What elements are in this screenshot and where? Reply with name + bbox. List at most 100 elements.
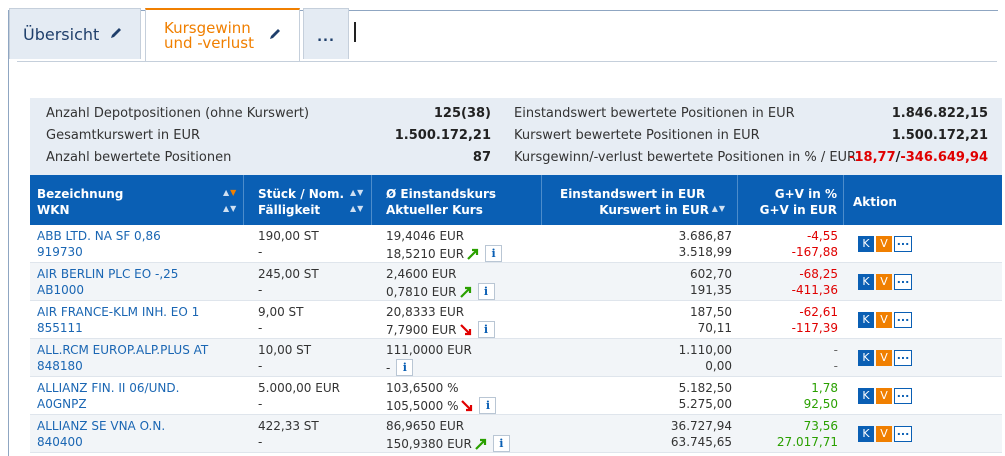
current-price: 0,7810 EUR: [386, 284, 457, 299]
wkn-link[interactable]: 848180: [37, 359, 83, 373]
row-actions: K V...: [858, 274, 912, 290]
info-icon[interactable]: i: [396, 359, 414, 376]
quantity-value: 5.000,00 EUR: [258, 381, 340, 395]
pencil-icon[interactable]: [268, 26, 282, 45]
current-price-cell: 7,7900 EUR i: [386, 321, 495, 338]
tab-label: Übersicht: [23, 24, 100, 44]
pencil-icon[interactable]: [109, 25, 123, 44]
sort-icon[interactable]: ▲▼: [223, 204, 237, 213]
row-actions: K V...: [858, 236, 912, 252]
wkn-link[interactable]: A0GNPZ: [37, 397, 87, 411]
security-name-link[interactable]: AIR FRANCE-KLM INH. EO 1: [37, 305, 199, 319]
more-actions-button[interactable]: ...: [894, 388, 912, 404]
cost-value: 1.110,00: [678, 343, 732, 357]
info-icon[interactable]: i: [479, 397, 497, 414]
quantity-value: 9,00 ST: [258, 305, 304, 319]
buy-button[interactable]: K: [858, 274, 874, 290]
current-price: 18,5210 EUR: [386, 246, 465, 261]
gv-percent-value: -18,77: [849, 150, 896, 165]
col-header-einstandswert[interactable]: Einstandswert in EUR Kurswert in EUR ▲▼: [542, 175, 738, 225]
buy-button[interactable]: K: [858, 350, 874, 366]
market-value: 5.275,00: [678, 397, 732, 411]
cost-value: 602,70: [690, 267, 732, 281]
col-header-bezeichnung[interactable]: Bezeichnung WKN ▲▼ ▲▼: [30, 175, 244, 225]
col-header-gv[interactable]: G+V in % G+V in EUR: [738, 175, 844, 225]
security-name-link[interactable]: AIR BERLIN PLC EO -,25: [37, 267, 178, 281]
sort-icon[interactable]: ▲▼: [350, 188, 364, 197]
wkn-link[interactable]: 840400: [37, 435, 83, 449]
header-label: Fälligkeit: [258, 203, 321, 217]
summary-value: 1.500.172,21: [891, 128, 988, 143]
summary-label: Gesamtkurswert in EUR: [46, 128, 201, 143]
buy-button[interactable]: K: [858, 426, 874, 442]
header-label: Aktueller Kurs: [386, 203, 483, 217]
wkn-link[interactable]: AB1000: [37, 283, 84, 297]
sell-button[interactable]: V: [876, 388, 892, 404]
col-header-einstandskurs[interactable]: Ø Einstandskurs Aktueller Kurs: [372, 175, 542, 225]
sell-button[interactable]: V: [876, 236, 892, 252]
header-label: WKN: [37, 203, 70, 217]
sell-button[interactable]: V: [876, 350, 892, 366]
wkn-link[interactable]: 919730: [37, 245, 83, 259]
sort-icon[interactable]: ▲▼: [223, 188, 237, 197]
market-value: 63.745,65: [670, 435, 732, 449]
sort-icon[interactable]: ▲▼: [350, 204, 364, 213]
security-name-link[interactable]: ABB LTD. NA SF 0,86: [37, 229, 161, 243]
info-icon[interactable]: i: [492, 435, 510, 452]
due-date-value: -: [258, 321, 263, 335]
positions-table: Bezeichnung WKN ▲▼ ▲▼ Stück / Nom. Fälli…: [30, 175, 1002, 453]
row-actions: K V...: [858, 388, 912, 404]
summary-value: 87: [472, 150, 491, 165]
sell-button[interactable]: V: [876, 312, 892, 328]
more-actions-button[interactable]: ...: [894, 274, 912, 290]
trend-up-icon: [467, 248, 479, 260]
summary-label: Einstandswert bewertete Positionen in EU…: [514, 106, 795, 121]
cost-value: 187,50: [690, 305, 732, 319]
sell-button[interactable]: V: [876, 274, 892, 290]
cost-value: 5.182,50: [678, 381, 732, 395]
quantity-value: 190,00 ST: [258, 229, 319, 243]
text-cursor: [354, 22, 356, 42]
current-price: 105,5000 %: [386, 398, 459, 413]
avg-buy-price: 19,4046 EUR: [386, 229, 465, 243]
due-date-value: -: [258, 397, 263, 411]
current-price-cell: 0,7810 EUR i: [386, 283, 495, 300]
more-actions-button[interactable]: ...: [894, 312, 912, 328]
market-value: 70,11: [697, 321, 732, 335]
trend-up-icon: [459, 286, 472, 298]
buy-button[interactable]: K: [858, 388, 874, 404]
buy-button[interactable]: K: [858, 236, 874, 252]
info-icon[interactable]: i: [485, 245, 503, 262]
wkn-link[interactable]: 855111: [37, 321, 83, 335]
summary-value: 1.500.172,21: [394, 128, 491, 143]
gv-percent: -4,55: [806, 229, 838, 243]
avg-buy-price: 86,9650 EUR: [386, 419, 465, 433]
col-header-stueck[interactable]: Stück / Nom. Fälligkeit ▲▼ ▲▼: [244, 175, 372, 225]
current-price: -: [386, 360, 391, 375]
more-actions-button[interactable]: ...: [894, 426, 912, 442]
summary-label: Kursgewinn/-verlust bewertete Positionen…: [514, 150, 857, 165]
tab-uebersicht[interactable]: Übersicht: [9, 8, 141, 59]
info-icon[interactable]: i: [477, 283, 495, 300]
tab-underline: [17, 61, 997, 62]
tab-more[interactable]: ...: [303, 8, 349, 59]
more-actions-button[interactable]: ...: [894, 350, 912, 366]
cost-value: 3.686,87: [678, 229, 732, 243]
tab-kursgewinn[interactable]: Kursgewinn und -verlust: [145, 8, 300, 61]
security-name-link[interactable]: ALLIANZ FIN. II 06/UND.: [37, 381, 179, 395]
summary-row: Einstandswert bewertete Positionen in EU…: [500, 106, 988, 126]
buy-button[interactable]: K: [858, 312, 874, 328]
security-name-link[interactable]: ALLIANZ SE VNA O.N.: [37, 419, 165, 433]
header-label: Bezeichnung: [37, 187, 124, 201]
security-name-link[interactable]: ALL.RCM EUROP.ALP.PLUS AT: [37, 343, 208, 357]
sell-button[interactable]: V: [876, 426, 892, 442]
info-icon[interactable]: i: [477, 321, 495, 338]
gv-eur: -: [833, 359, 838, 373]
sort-icon[interactable]: ▲▼: [712, 204, 726, 213]
more-actions-button[interactable]: ...: [894, 236, 912, 252]
summary-value: -18,77/-346.649,94: [849, 150, 988, 165]
table-row: AIR BERLIN PLC EO -,25 AB1000 245,00 ST - 2,…: [30, 263, 1002, 301]
trend-down-icon: [461, 399, 473, 412]
current-price: 150,9380 EUR: [386, 436, 472, 451]
trend-up-icon: [475, 438, 487, 450]
